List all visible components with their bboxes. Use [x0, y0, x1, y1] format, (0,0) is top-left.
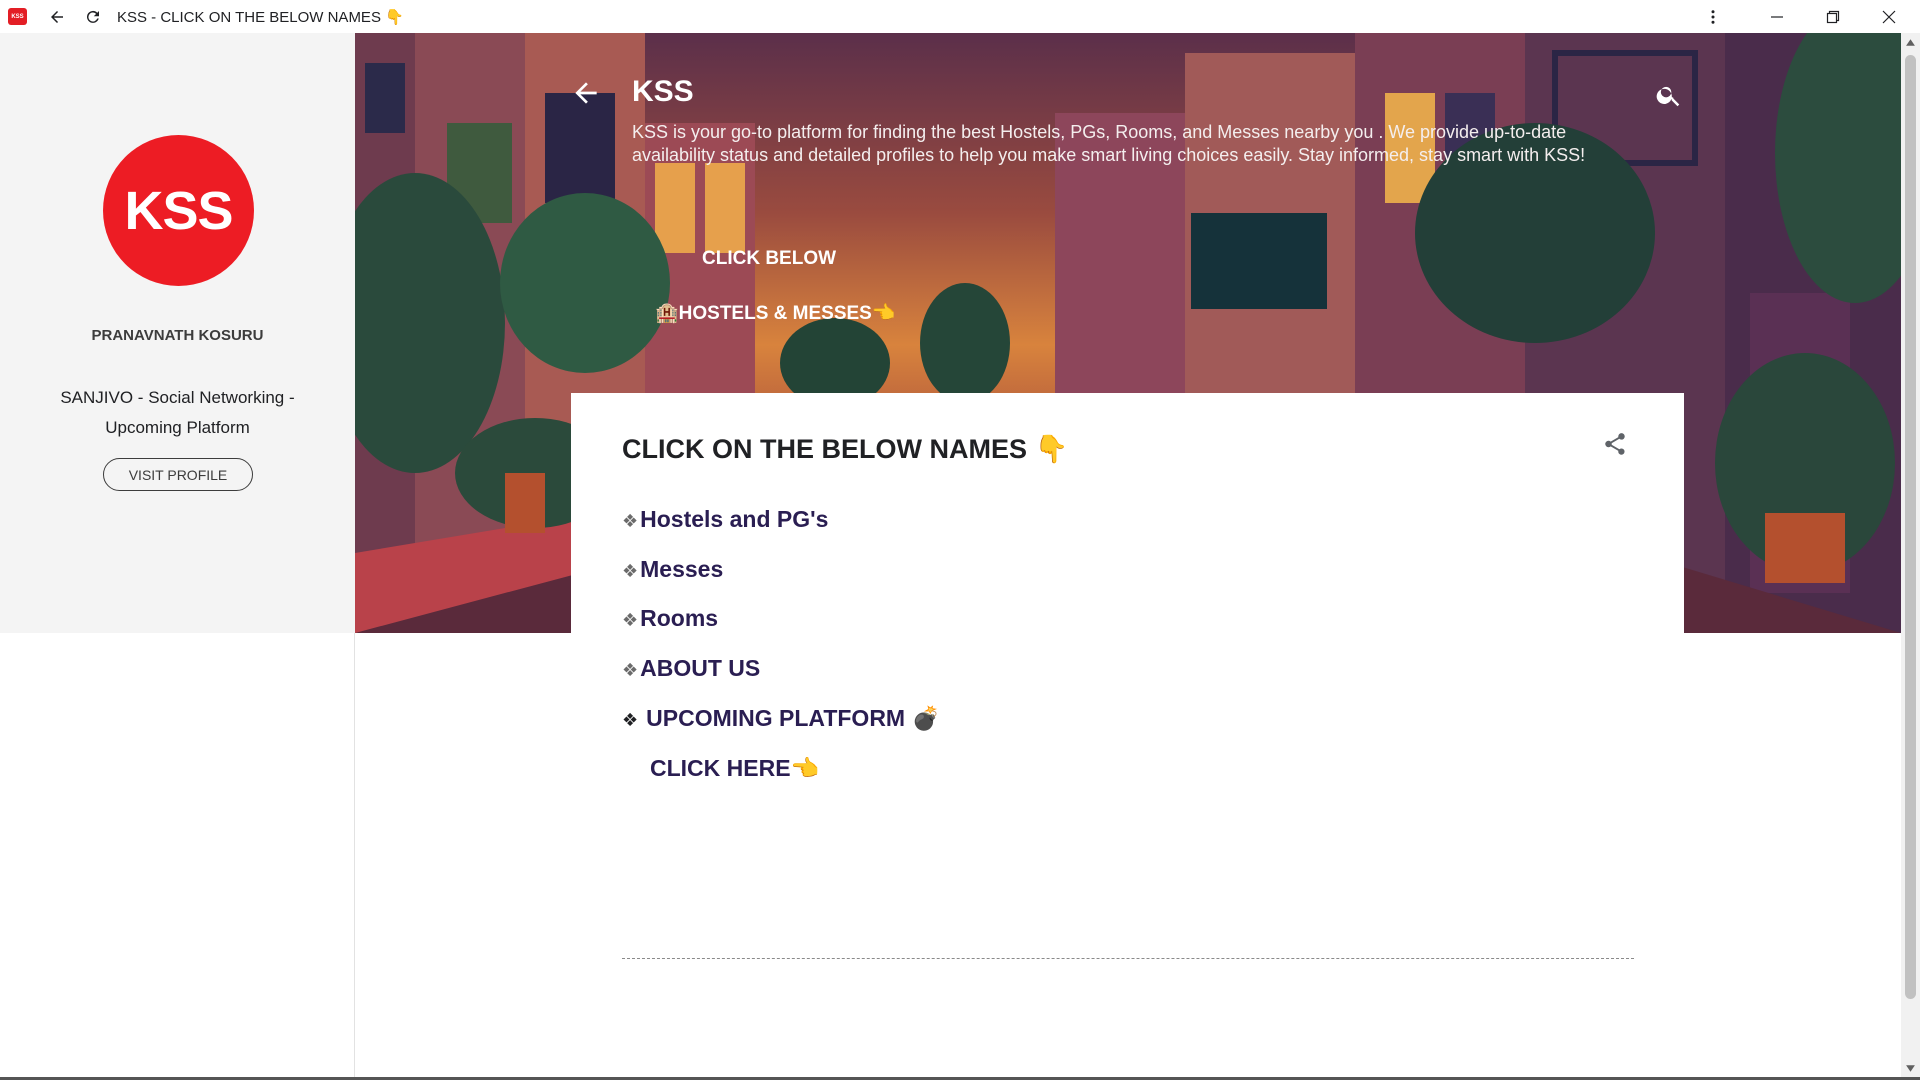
profile-name: PRANAVNATH KOSURU [91, 327, 264, 344]
profile-panel: KSS PRANAVNATH KOSURU SANJIVO - Social N… [0, 33, 355, 633]
messes-link[interactable]: ❖Messes [622, 556, 723, 583]
close-button[interactable] [1861, 0, 1917, 33]
diamond-bullet-icon: ❖ [622, 610, 639, 630]
blog-description: KSS is your go-to platform for finding t… [632, 122, 1586, 165]
share-button[interactable] [1602, 431, 1630, 459]
hero-back-button[interactable] [570, 77, 602, 109]
post-title: CLICK ON THE BELOW NAMES 👇 [622, 434, 1069, 464]
page-scrollbar[interactable] [1901, 33, 1920, 1080]
upcoming-platform-link[interactable]: ❖ UPCOMING PLATFORM 💣 [622, 705, 940, 732]
arrow-left-icon [575, 82, 597, 104]
minimize-button[interactable] [1749, 0, 1805, 33]
visit-profile-button[interactable]: VISIT PROFILE [103, 458, 253, 491]
post-card: CLICK ON THE BELOW NAMES 👇 ❖Hostels and … [571, 393, 1684, 1048]
close-icon [1882, 10, 1896, 23]
more-options-button[interactable] [1700, 4, 1726, 30]
click-below-link[interactable]: CLICK BELOW [702, 248, 836, 270]
scrollbar-thumb[interactable] [1905, 55, 1916, 999]
reload-button[interactable] [80, 4, 106, 30]
diamond-bullet-icon: ❖ [622, 660, 639, 680]
profile-description: SANJIVO - Social Networking - Upcoming P… [60, 388, 295, 437]
browser-back-button[interactable] [44, 4, 70, 30]
diamond-bullet-icon: ❖ [622, 511, 639, 531]
blog-title[interactable]: KSS [632, 75, 694, 109]
search-button[interactable] [1655, 81, 1685, 111]
minimize-icon [1771, 15, 1783, 18]
link-label: ABOUT US [640, 655, 761, 681]
arrow-left-icon [51, 11, 63, 23]
restore-button[interactable] [1805, 0, 1861, 33]
link-label: Messes [640, 556, 724, 582]
link-label: Rooms [640, 605, 719, 631]
reload-icon [86, 10, 99, 23]
click-here-link[interactable]: CLICK HERE👈 [650, 755, 819, 782]
diamond-bullet-icon: ❖ [622, 710, 639, 730]
sidebar: KSS PRANAVNATH KOSURU SANJIVO - Social N… [0, 33, 355, 1080]
window-title: KSS - CLICK ON THE BELOW NAMES 👇 [117, 9, 404, 26]
diamond-bullet-icon: ❖ [622, 561, 639, 581]
scroll-down-arrow-icon[interactable] [1905, 1063, 1916, 1074]
hero-dark-panel [1191, 213, 1327, 309]
link-label: Hostels and PG's [640, 506, 829, 532]
link-label: UPCOMING PLATFORM 💣 [646, 705, 941, 731]
scroll-up-arrow-icon[interactable] [1905, 37, 1916, 48]
window-titlebar: KSS KSS - CLICK ON THE BELOW NAMES 👇 [0, 0, 1920, 33]
rooms-link[interactable]: ❖Rooms [622, 605, 718, 632]
more-vertical-icon [1711, 10, 1715, 24]
share-icon [1605, 433, 1625, 455]
post-divider [622, 958, 1634, 959]
hostels-pgs-link[interactable]: ❖Hostels and PG's [622, 506, 828, 533]
hostels-messes-link[interactable]: 🏨HOSTELS & MESSES👈 [655, 301, 896, 325]
search-icon [1656, 86, 1680, 107]
about-us-link[interactable]: ❖ABOUT US [622, 655, 760, 682]
restore-icon [1826, 10, 1840, 23]
app-icon: KSS [8, 8, 27, 25]
profile-avatar[interactable]: KSS [103, 135, 254, 286]
logo-text: KSS [124, 180, 233, 241]
